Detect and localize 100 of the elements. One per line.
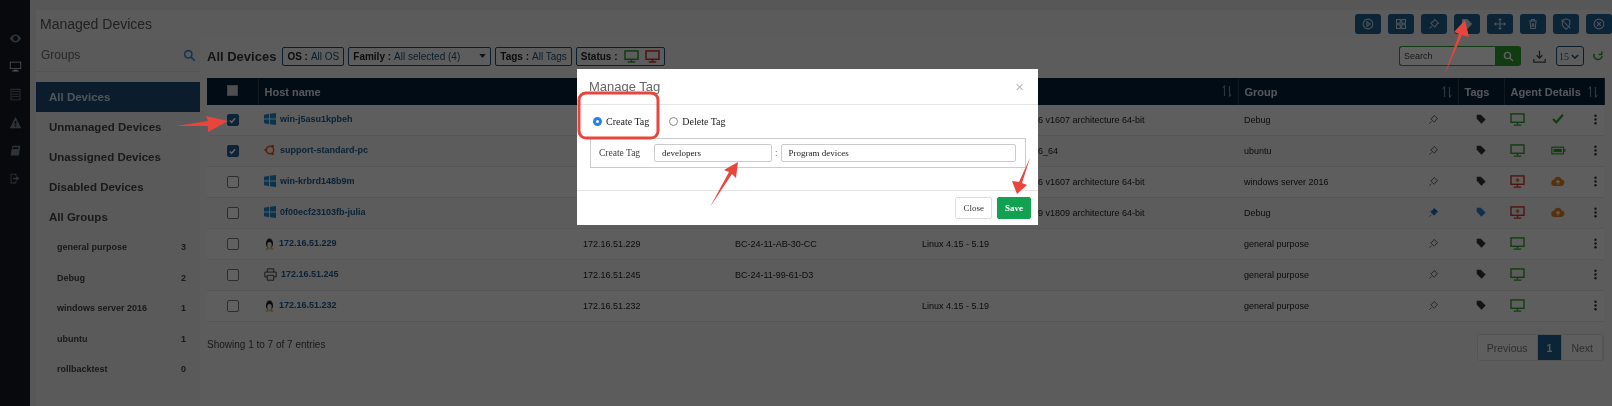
pin-icon[interactable] — [1427, 144, 1439, 156]
host-link[interactable]: support-standard-pc — [280, 145, 368, 155]
search-field[interactable]: Search — [1399, 46, 1495, 66]
penguin-icon — [264, 298, 275, 312]
group-nav-item[interactable]: Unassigned Devices — [36, 142, 200, 172]
pin-icon[interactable] — [1427, 113, 1439, 125]
more-icon[interactable] — [1593, 268, 1597, 280]
shield-off-button[interactable] — [1553, 14, 1579, 34]
annotation-arrow — [710, 162, 738, 207]
row-checkbox[interactable] — [226, 238, 239, 250]
tag-icon[interactable] — [1476, 144, 1487, 156]
host-link[interactable]: 0f00ecf23103fb-julia — [280, 207, 366, 217]
move-button[interactable] — [1487, 14, 1513, 34]
trash-button[interactable] — [1520, 14, 1546, 34]
group-nav-item[interactable]: Disabled Devices — [36, 172, 200, 202]
radio-option[interactable]: Delete Tag — [665, 112, 730, 131]
filter-button[interactable]: Status : — [575, 46, 665, 66]
group-nav-item[interactable]: Unmanaged Devices — [36, 112, 200, 142]
caret-icon — [479, 54, 487, 58]
row-checkbox[interactable] — [226, 114, 239, 126]
entries-info: Showing 1 to 7 of 7 entries — [207, 339, 326, 350]
close-circle-button[interactable] — [1586, 14, 1612, 34]
filter-button[interactable]: Tags : All Tags — [495, 46, 572, 66]
column-header[interactable]: Group — [1244, 86, 1278, 99]
group-name[interactable]: windows server 2016 — [57, 303, 148, 314]
monitor-icon[interactable] — [8, 60, 22, 73]
group-name[interactable]: Debug — [57, 272, 85, 283]
close-button[interactable]: × — [1013, 78, 1026, 95]
tag-icon[interactable] — [1476, 206, 1487, 218]
sort-icon[interactable] — [1587, 85, 1598, 98]
row-checkbox[interactable] — [226, 269, 239, 281]
table-cell: general purpose — [1244, 270, 1310, 280]
sort-icon[interactable] — [1441, 85, 1452, 98]
tag-icon[interactable] — [1476, 299, 1487, 311]
eye-icon[interactable] — [8, 32, 22, 45]
search-icon[interactable] — [183, 48, 196, 62]
pin-icon[interactable] — [1427, 175, 1439, 187]
sort-icon[interactable] — [1221, 84, 1232, 97]
table-cell: general purpose — [1244, 301, 1310, 311]
more-icon[interactable] — [1593, 175, 1597, 187]
radio-option[interactable]: Create Tag — [589, 112, 654, 131]
ubuntu-icon — [264, 144, 276, 156]
tag-name-field[interactable]: developers — [654, 144, 772, 162]
more-icon[interactable] — [1593, 237, 1597, 249]
tag-icon[interactable] — [1476, 175, 1487, 187]
group-name[interactable]: general purpose — [57, 242, 128, 253]
more-icon[interactable] — [1593, 206, 1597, 218]
filter-button[interactable]: OS : All OS — [282, 46, 345, 66]
battery-icon — [1550, 145, 1566, 155]
download-icon[interactable] — [1533, 49, 1546, 63]
host-link[interactable]: 172.16.51.232 — [279, 300, 337, 310]
tag-icon[interactable] — [1476, 237, 1487, 249]
pin-icon[interactable] — [1427, 299, 1439, 311]
more-icon[interactable] — [1593, 113, 1597, 125]
move-icon — [1494, 18, 1506, 30]
tag-icon[interactable] — [1476, 113, 1487, 125]
pin-icon[interactable] — [1427, 268, 1439, 280]
tag-icon[interactable] — [1476, 268, 1487, 280]
group-name[interactable]: rollbacktest — [57, 364, 108, 375]
refresh-icon[interactable] — [1592, 50, 1604, 62]
row-checkbox[interactable] — [226, 300, 239, 312]
book-icon[interactable] — [8, 144, 22, 157]
table-cell: 6_64 — [1038, 146, 1059, 156]
monitor-icon — [623, 49, 639, 63]
list-icon[interactable] — [8, 88, 22, 101]
radio-button[interactable] — [669, 117, 679, 126]
dialog-title: Manage Tag — [589, 79, 661, 94]
column-header[interactable]: Host name — [258, 78, 577, 105]
more-icon[interactable] — [1593, 299, 1597, 311]
row-checkbox[interactable] — [226, 207, 239, 219]
filter-button[interactable]: Family : All selected (4) — [348, 46, 492, 66]
group-nav-item[interactable]: All Groups — [36, 202, 200, 232]
penguin-icon — [264, 236, 275, 250]
pin-icon[interactable] — [1427, 237, 1439, 249]
row-checkbox[interactable] — [226, 176, 239, 188]
search-button[interactable] — [1495, 46, 1521, 66]
pin-button[interactable] — [1421, 14, 1447, 34]
page-title: Managed Devices — [40, 16, 153, 32]
windows-icon — [264, 175, 276, 187]
tag-value-field[interactable]: Program devices — [780, 144, 1016, 162]
pagination-button[interactable]: 1 — [1537, 335, 1563, 360]
host-link[interactable]: win-j5asu1kpbeh — [280, 114, 353, 124]
host-link[interactable]: 172.16.51.229 — [279, 238, 337, 248]
table-cell: BC-24-11-99-61-D3 — [735, 270, 814, 280]
more-icon[interactable] — [1593, 144, 1597, 156]
group-nav-item[interactable]: All Devices — [36, 82, 200, 112]
save-button[interactable]: Save — [997, 197, 1031, 219]
radio-button[interactable] — [593, 117, 602, 126]
pin-icon[interactable] — [1427, 206, 1439, 218]
select-all-checkbox[interactable] — [226, 85, 238, 96]
close-button[interactable]: Close — [955, 197, 992, 219]
grid-button[interactable] — [1388, 14, 1414, 34]
table-cell: 172.16.51.232 — [583, 301, 641, 311]
group-count: 1 — [181, 303, 186, 314]
host-link[interactable]: 172.16.51.245 — [281, 269, 339, 279]
row-checkbox[interactable] — [226, 145, 239, 157]
warning-icon[interactable] — [8, 116, 22, 129]
host-link[interactable]: win-krbrd148b9m — [280, 176, 355, 186]
group-name[interactable]: ubuntu — [57, 333, 88, 344]
play-button[interactable] — [1355, 14, 1381, 34]
